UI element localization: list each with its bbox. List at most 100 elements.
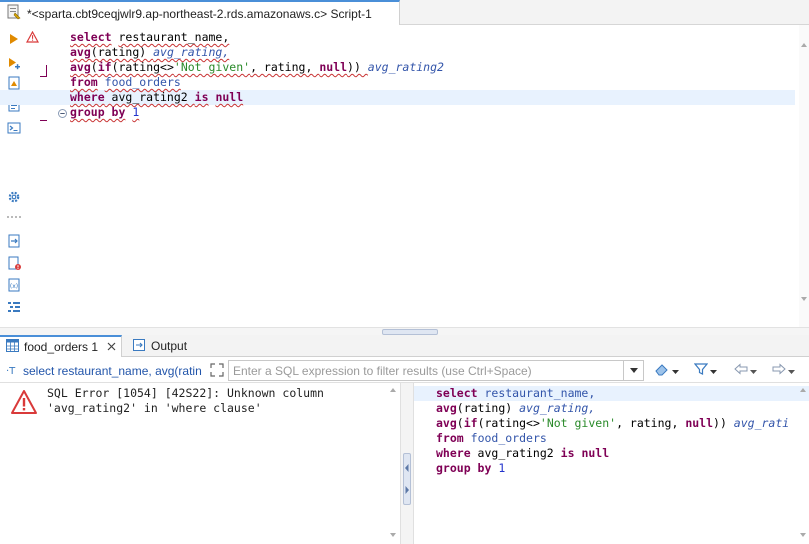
sql-token: (rating) <box>456 401 520 415</box>
filter-bar: ·T select restaurant_name, avg(ratin <box>0 358 809 383</box>
editor-token: group by <box>70 105 126 119</box>
tab-output[interactable]: Output <box>126 335 206 357</box>
sql-token: ( <box>456 416 464 430</box>
chevron-down-icon <box>750 364 757 378</box>
editor-token: if <box>97 60 112 74</box>
sql-token: , rating, <box>616 416 686 430</box>
sql-token: is <box>560 446 575 460</box>
editor-token: 'Not given' <box>173 60 251 74</box>
failed-query-panel: select restaurant_name, avg(rating) avg_r… <box>414 383 809 544</box>
query-selector[interactable]: ·T select restaurant_name, avg(ratin <box>6 362 204 380</box>
export-icon[interactable] <box>6 233 22 249</box>
tab-results[interactable]: food_orders 1 <box>0 335 122 357</box>
sql-line[interactable]: select restaurant_name, <box>414 386 809 401</box>
funnel-icon <box>693 362 709 379</box>
query-icon: ·T <box>6 364 20 379</box>
editor-token: select <box>70 30 112 44</box>
result-panel: SQL Error [1054] [42S22]: Unknown column… <box>0 383 809 544</box>
more-icon[interactable] <box>6 209 22 218</box>
failed-query-text[interactable]: select restaurant_name, avg(rating) avg_r… <box>414 386 809 476</box>
editor-token: (rating) <box>90 45 154 59</box>
editor-token: restaurant_name, <box>118 30 230 44</box>
editor-line[interactable]: where avg_rating2 is null <box>0 90 795 105</box>
code-area[interactable]: select restaurant_name, avg(rating) avg_r… <box>0 30 795 120</box>
run-icon[interactable] <box>6 31 22 47</box>
filter-history-dropdown[interactable] <box>624 360 644 381</box>
sql-token: 'Not given' <box>539 416 617 430</box>
warning-icon[interactable] <box>25 30 40 46</box>
filter-input-box[interactable] <box>228 360 624 381</box>
sql-line[interactable]: where avg_rating2 is null <box>436 446 796 461</box>
editor-tab-bar: *<sparta.cbt9ceqjwlr9.ap-northeast-2.rds… <box>0 0 809 25</box>
error-doc-icon[interactable] <box>6 255 22 271</box>
collapse-icon[interactable] <box>58 107 67 121</box>
back-button[interactable] <box>734 362 757 379</box>
explain-icon[interactable] <box>6 75 22 91</box>
eraser-icon <box>654 362 670 379</box>
editor-token: null <box>215 90 244 104</box>
editor-line[interactable]: from food_orders <box>70 75 795 90</box>
terminal-icon[interactable] <box>6 120 22 136</box>
error-scrollbar[interactable] <box>386 383 400 544</box>
forward-button[interactable] <box>772 362 795 379</box>
editor-token: (rating<> <box>111 60 174 74</box>
fold-ruler <box>56 25 68 327</box>
editor-token: null <box>319 60 348 74</box>
sql-token: null <box>581 446 610 460</box>
query-text: select restaurant_name, avg(ratin <box>23 364 202 378</box>
chevron-down-icon <box>672 364 679 378</box>
gear-icon[interactable] <box>6 189 22 205</box>
editor-tab-title: *<sparta.cbt9ceqjwlr9.ap-northeast-2.rds… <box>27 6 372 21</box>
sql-token: avg <box>436 416 457 430</box>
editor-token: food_orders <box>104 75 181 89</box>
sql-editor[interactable]: (x) select restaurant_name, avg(rating) a… <box>0 25 809 327</box>
editor-token: avg_rating2 <box>104 90 195 104</box>
back-icon <box>734 363 748 378</box>
editor-line[interactable]: select restaurant_name, <box>70 30 795 45</box>
sql-token: avg_rati <box>733 416 790 430</box>
filter-button[interactable] <box>693 362 717 379</box>
results-tab-bar: food_orders 1 Output <box>0 335 809 357</box>
sql-token: )) <box>713 416 734 430</box>
svg-text:(x): (x) <box>10 283 18 290</box>
sql-line[interactable]: from food_orders <box>436 431 796 446</box>
filter-input[interactable] <box>229 361 619 380</box>
clear-filter-button[interactable] <box>654 362 679 379</box>
editor-toolbar: (x) <box>0 25 26 327</box>
forward-icon <box>772 363 786 378</box>
sql-token: from <box>436 431 464 445</box>
change-marker <box>40 65 47 77</box>
query-scrollbar[interactable] <box>797 383 809 544</box>
chevron-down-icon <box>710 364 717 378</box>
error-panel: SQL Error [1054] [42S22]: Unknown column… <box>0 383 400 544</box>
editor-token: , rating, <box>250 60 320 74</box>
result-divider[interactable] <box>400 383 414 544</box>
close-icon[interactable] <box>107 340 116 354</box>
expand-filter-icon[interactable] <box>209 362 225 381</box>
editor-token: )) <box>347 60 368 74</box>
editor-token: avg <box>70 45 91 59</box>
editor-token: avg <box>70 60 91 74</box>
sql-token: 1 <box>498 461 506 475</box>
sql-line[interactable]: avg(rating) avg_rating, <box>436 401 796 416</box>
editor-tab-script-1[interactable]: *<sparta.cbt9ceqjwlr9.ap-northeast-2.rds… <box>0 0 400 25</box>
editor-line[interactable]: avg(rating) avg_rating, <box>70 45 795 60</box>
sql-token: select <box>436 386 478 400</box>
sql-token: if <box>463 416 478 430</box>
editor-token <box>98 75 105 89</box>
sql-line[interactable]: group by 1 <box>436 461 796 476</box>
editor-line[interactable]: group by 1 <box>70 105 795 120</box>
divider-handle[interactable] <box>403 453 411 505</box>
output-icon <box>132 338 146 355</box>
editor-scrollbar[interactable] <box>799 25 809 327</box>
sql-doc-icon[interactable]: (x) <box>6 277 22 293</box>
run-script-icon[interactable] <box>6 55 22 71</box>
tab-results-label: food_orders 1 <box>24 340 99 354</box>
editor-token: where <box>70 90 105 104</box>
sql-token: restaurant_name, <box>484 386 596 400</box>
panel-splitter[interactable] <box>0 327 809 341</box>
sql-line[interactable]: avg(if(rating<>'Not given', rating, null… <box>436 416 796 431</box>
sql-token: avg <box>436 401 457 415</box>
editor-line[interactable]: avg(if(rating<>'Not given', rating, null… <box>70 60 795 75</box>
outline-icon[interactable] <box>6 299 22 315</box>
